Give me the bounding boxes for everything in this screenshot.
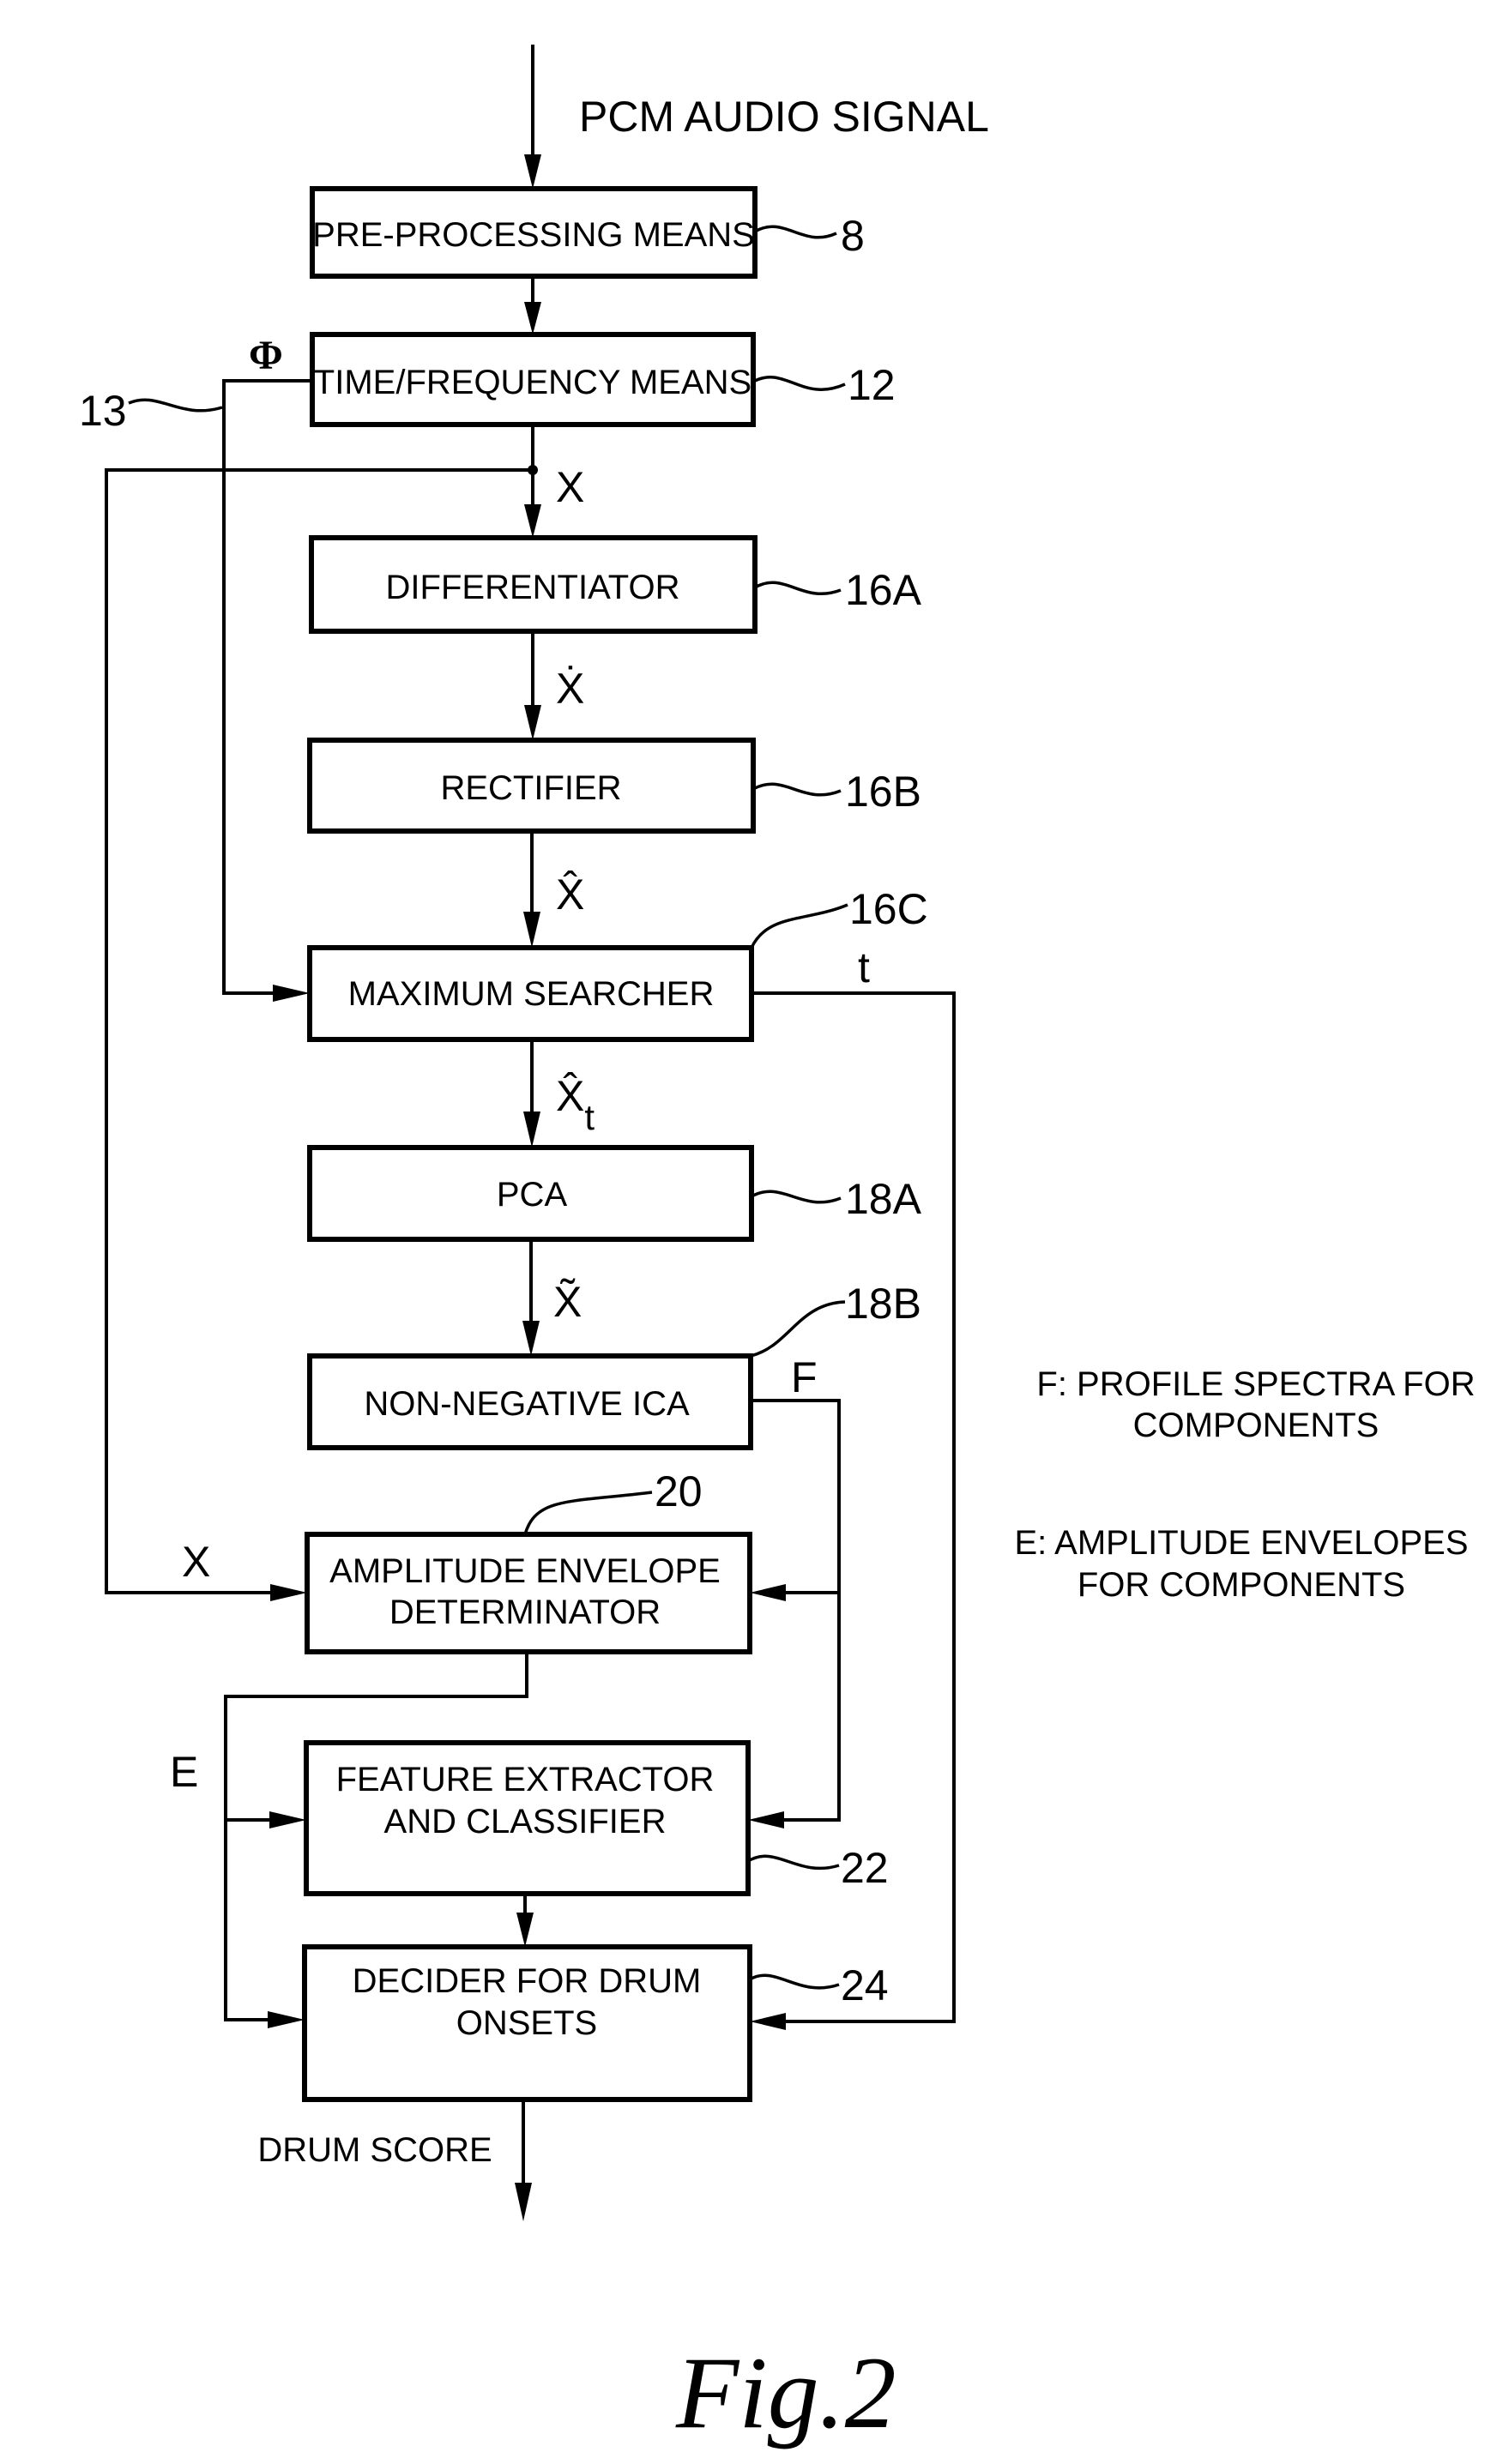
block-rectifier: RECTIFIER	[307, 738, 756, 834]
ref-lead-8	[754, 225, 837, 239]
arrowhead	[524, 705, 541, 740]
output-label: DRUM SCORE	[257, 2131, 492, 2169]
block-label: DECIDER FOR DRUM	[353, 1962, 702, 2000]
subscript-t: t	[584, 1097, 595, 1137]
signal-x-dot: Ẋ	[556, 665, 584, 713]
legend-f-line1: F: PROFILE SPECTRA FOR	[1036, 1365, 1475, 1403]
block-diagram: PCM AUDIO SIGNAL PRE-PROCESSING MEANS 8 …	[79, 45, 1476, 2449]
signal-x-hat-t: X̂t	[556, 1072, 595, 1137]
phi-arrowhead	[273, 985, 310, 1002]
ref-number-16b: 16B	[845, 768, 921, 816]
arrowhead	[523, 912, 540, 948]
arrowhead	[524, 302, 541, 334]
block-label: DETERMINATOR	[389, 1593, 661, 1631]
block-label: RECTIFIER	[440, 769, 621, 807]
x-arrowhead	[270, 1584, 307, 1601]
ref-number-20: 20	[655, 1467, 703, 1515]
block-label: NON-NEGATIVE ICA	[364, 1385, 690, 1423]
block-label: PCA	[497, 1176, 568, 1214]
ref-lead-20	[523, 1491, 653, 1535]
arrowhead	[516, 1913, 534, 1947]
e-arrowhead-feature	[269, 1811, 306, 1828]
t-arrowhead	[750, 2013, 786, 2030]
legend-f-line2: COMPONENTS	[1133, 1407, 1379, 1444]
input-label: PCM AUDIO SIGNAL	[579, 93, 989, 141]
block-pre-processing: PRE-PROCESSING MEANS	[310, 186, 758, 279]
ref-lead-24	[749, 1973, 840, 1990]
signal-x-hat: X̂	[556, 871, 584, 919]
f-arrowhead-feature	[748, 1811, 784, 1828]
f-arrowhead-amp	[750, 1584, 786, 1601]
ref-number-12: 12	[848, 361, 896, 409]
block-decider: DECIDER FOR DRUM ONSETS	[302, 1944, 752, 2102]
signal-x: X	[556, 463, 584, 511]
ref-lead-16c	[750, 903, 848, 949]
ref-number-18b: 18B	[845, 1280, 921, 1328]
block-feature-extractor: FEATURE EXTRACTOR AND CLASSIFIER	[304, 1740, 751, 1896]
arrowhead	[523, 1112, 540, 1148]
signal-t: t	[858, 943, 870, 991]
signal-x-left: X	[182, 1538, 210, 1586]
ref-number-24: 24	[841, 1961, 889, 2009]
signal-x-tilde: X̃	[553, 1278, 582, 1326]
block-time-frequency: TIME/FREQUENCY MEANS	[310, 332, 756, 427]
ref-lead-13	[128, 398, 223, 413]
input-arrowhead	[524, 154, 541, 189]
block-label: AMPLITUDE ENVELOPE	[329, 1552, 721, 1590]
block-pca: PCA	[307, 1145, 754, 1242]
signal-e: E	[170, 1748, 198, 1796]
block-non-negative-ica: NON-NEGATIVE ICA	[307, 1353, 753, 1450]
ref-number-16c: 16C	[849, 885, 928, 933]
block-label: AND CLASSIFIER	[384, 1803, 667, 1840]
ref-lead-12	[752, 376, 846, 391]
block-label: PRE-PROCESSING MEANS	[312, 216, 755, 254]
block-amplitude-envelope: AMPLITUDE ENVELOPE DETERMINATOR	[305, 1532, 752, 1654]
block-differentiator: DIFFERENTIATOR	[309, 535, 758, 634]
phi-label: Φ	[249, 333, 283, 378]
legend-e-line1: E: AMPLITUDE ENVELOPES	[1014, 1524, 1468, 1562]
e-arrowhead-decider	[268, 2011, 305, 2028]
ref-number-18a: 18A	[845, 1175, 922, 1223]
f-wire	[751, 1399, 841, 1822]
phi-wire	[222, 379, 312, 995]
arrowhead	[522, 1321, 540, 1356]
block-label: FEATURE EXTRACTOR	[336, 1761, 715, 1798]
arrowhead	[524, 504, 541, 538]
block-maximum-searcher: MAXIMUM SEARCHER	[307, 945, 754, 1042]
ref-number-13: 13	[79, 387, 127, 435]
block-label: MAXIMUM SEARCHER	[348, 975, 715, 1013]
block-label: TIME/FREQUENCY MEANS	[314, 364, 752, 401]
ref-number-22: 22	[841, 1844, 889, 1892]
ref-number-16a: 16A	[845, 566, 922, 614]
figure-label: Fig.2	[675, 2335, 896, 2449]
ref-lead-22	[747, 1854, 840, 1871]
ref-lead-16b	[752, 782, 842, 797]
legend-e-line2: FOR COMPONENTS	[1077, 1566, 1405, 1604]
ref-lead-18b	[750, 1300, 846, 1358]
ref-number-8: 8	[841, 212, 865, 260]
ref-lead-18a	[751, 1190, 842, 1204]
signal-f: F	[791, 1353, 818, 1401]
block-label: DIFFERENTIATOR	[386, 569, 680, 606]
output-arrowhead	[515, 2183, 532, 2221]
ref-lead-16a	[754, 581, 842, 596]
block-label: ONSETS	[456, 2004, 597, 2042]
